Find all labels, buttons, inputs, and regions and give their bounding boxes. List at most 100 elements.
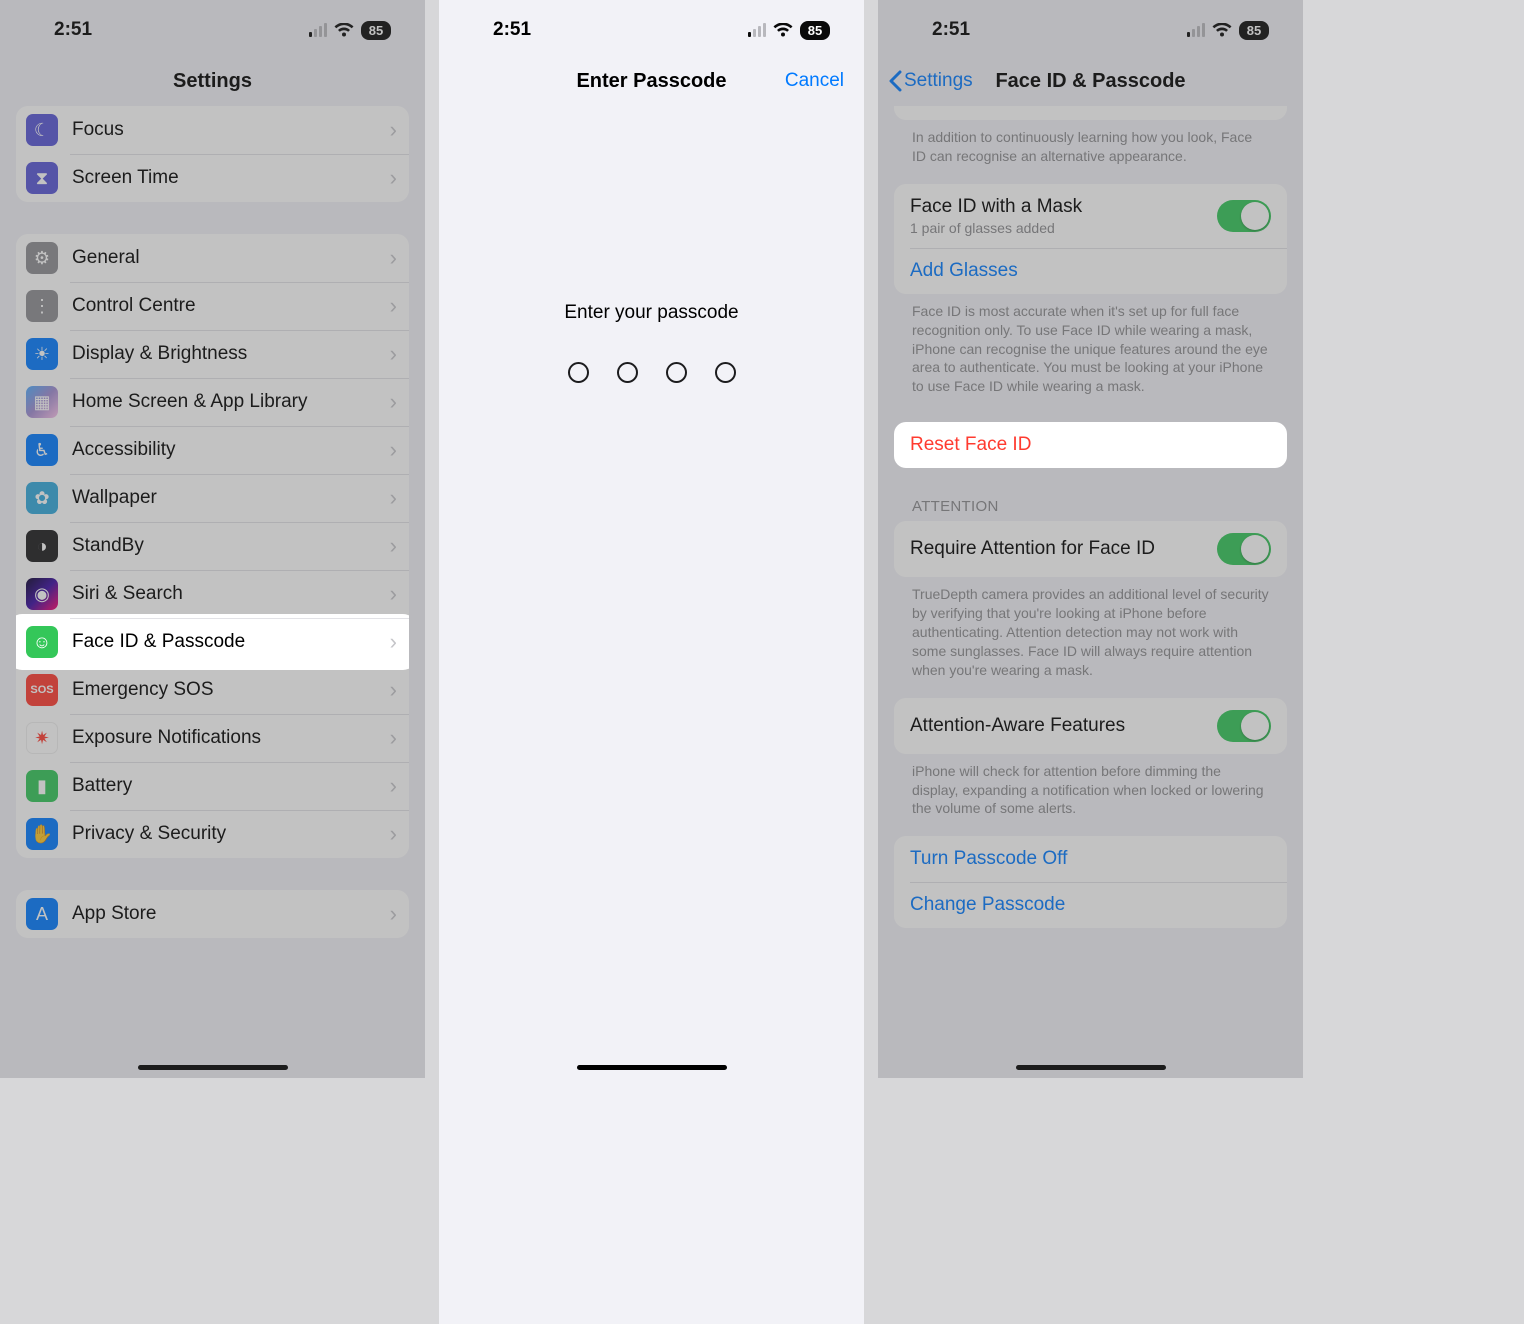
row-general[interactable]: ⚙ General ›	[16, 234, 409, 282]
battery-badge: 85	[1239, 21, 1269, 40]
require-attention-note: TrueDepth camera provides an additional …	[894, 577, 1287, 683]
row-turn-passcode-off[interactable]: Turn Passcode Off	[894, 836, 1287, 882]
cancel-button[interactable]: Cancel	[785, 70, 844, 92]
row-faceid-mask[interactable]: Face ID with a Mask 1 pair of glasses ad…	[894, 184, 1287, 248]
sun-icon: ☀	[26, 338, 58, 370]
row-reset-faceid[interactable]: Reset Face ID	[894, 422, 1287, 468]
moon-icon: ☾	[26, 114, 58, 146]
row-screen-time[interactable]: ⧗ Screen Time ›	[16, 154, 409, 202]
status-bar: 2:51 85	[0, 0, 425, 56]
toggle-attention-aware[interactable]	[1217, 710, 1271, 742]
home-indicator[interactable]	[138, 1065, 288, 1070]
row-siri[interactable]: ◉ Siri & Search ›	[16, 570, 409, 618]
row-label: App Store	[72, 903, 390, 925]
chevron-right-icon: ›	[390, 581, 397, 607]
back-label: Settings	[904, 70, 973, 92]
toggle-require-attention[interactable]	[1217, 533, 1271, 565]
cellular-icon	[1187, 23, 1205, 37]
status-right: 85	[309, 21, 391, 40]
row-wallpaper[interactable]: ✿ Wallpaper ›	[16, 474, 409, 522]
row-label: Privacy & Security	[72, 823, 390, 845]
row-require-attention[interactable]: Require Attention for Face ID	[894, 521, 1287, 577]
row-label: Emergency SOS	[72, 679, 390, 701]
row-label: Face ID & Passcode	[72, 631, 390, 653]
chevron-right-icon: ›	[390, 901, 397, 927]
card-reset-faceid: Reset Face ID	[894, 422, 1287, 468]
chevron-right-icon: ›	[390, 629, 397, 655]
toggle-faceid-mask[interactable]	[1217, 200, 1271, 232]
battery-badge: 85	[361, 21, 391, 40]
battery-icon: ▮	[26, 770, 58, 802]
settings-scroll[interactable]: ☾ Focus › ⧗ Screen Time › ⚙ General › ⋮ …	[0, 106, 425, 938]
row-home-screen[interactable]: ▦ Home Screen & App Library ›	[16, 378, 409, 426]
faceid-scroll[interactable]: In addition to continuously learning how…	[878, 106, 1303, 928]
row-label: Control Centre	[72, 295, 390, 317]
row-label: Add Glasses	[910, 260, 1018, 282]
home-indicator[interactable]	[1016, 1065, 1166, 1070]
cellular-icon	[748, 23, 766, 37]
screenshot-faceid-settings: 2:51 85 Settings Face ID & Passcode In a…	[878, 0, 1303, 1078]
passcode-prompt: Enter your passcode	[439, 302, 864, 324]
chevron-right-icon: ›	[390, 245, 397, 271]
sliders-icon: ⋮	[26, 290, 58, 322]
status-bar: 2:51 85	[439, 0, 864, 56]
virus-icon: ✷	[26, 722, 58, 754]
chevron-right-icon: ›	[390, 165, 397, 191]
chevron-right-icon: ›	[390, 725, 397, 751]
passcode-dot	[568, 362, 589, 383]
passcode-dot	[715, 362, 736, 383]
navbar-passcode: Enter Passcode Cancel	[439, 56, 864, 106]
home-indicator[interactable]	[577, 1065, 727, 1070]
row-label: Change Passcode	[910, 894, 1065, 916]
page-title: Enter Passcode	[576, 70, 726, 93]
row-label: Attention-Aware Features	[910, 715, 1217, 737]
battery-badge: 85	[800, 21, 830, 40]
chevron-right-icon: ›	[390, 117, 397, 143]
row-subtitle: 1 pair of glasses added	[910, 220, 1217, 236]
row-control-centre[interactable]: ⋮ Control Centre ›	[16, 282, 409, 330]
sos-icon: SOS	[26, 674, 58, 706]
row-attention-aware[interactable]: Attention-Aware Features	[894, 698, 1287, 754]
row-label: General	[72, 247, 390, 269]
grid-icon: ▦	[26, 386, 58, 418]
row-standby[interactable]: ◑ StandBy ›	[16, 522, 409, 570]
status-time: 2:51	[493, 19, 531, 41]
chevron-right-icon: ›	[390, 821, 397, 847]
mask-note: Face ID is most accurate when it's set u…	[894, 294, 1287, 400]
status-bar: 2:51 85	[878, 0, 1303, 56]
screenshot-enter-passcode: 2:51 85 Enter Passcode Cancel Enter your…	[439, 0, 864, 1078]
row-label: Home Screen & App Library	[72, 391, 390, 413]
appstore-icon: A	[26, 898, 58, 930]
row-focus[interactable]: ☾ Focus ›	[16, 106, 409, 154]
back-button[interactable]: Settings	[888, 70, 973, 92]
passcode-dot	[666, 362, 687, 383]
row-label: Battery	[72, 775, 390, 797]
row-add-glasses[interactable]: Add Glasses	[894, 248, 1287, 294]
alt-appearance-note: In addition to continuously learning how…	[894, 120, 1287, 170]
settings-group-2: ⚙ General › ⋮ Control Centre › ☀ Display…	[16, 234, 409, 858]
page-title: Settings	[173, 70, 252, 93]
wifi-icon	[773, 23, 793, 38]
row-label: Reset Face ID	[910, 434, 1031, 456]
row-face-id-passcode[interactable]: ☺ Face ID & Passcode ›	[16, 618, 409, 666]
status-right: 85	[1187, 21, 1269, 40]
row-accessibility[interactable]: ♿︎ Accessibility ›	[16, 426, 409, 474]
row-label: Exposure Notifications	[72, 727, 390, 749]
row-display[interactable]: ☀ Display & Brightness ›	[16, 330, 409, 378]
row-privacy[interactable]: ✋ Privacy & Security ›	[16, 810, 409, 858]
chevron-right-icon: ›	[390, 677, 397, 703]
section-header-attention: ATTENTION	[894, 468, 1287, 521]
wifi-icon	[334, 23, 354, 38]
row-change-passcode[interactable]: Change Passcode	[894, 882, 1287, 928]
row-alt-appearance-cutoff[interactable]	[894, 106, 1287, 120]
row-exposure[interactable]: ✷ Exposure Notifications ›	[16, 714, 409, 762]
row-label: Siri & Search	[72, 583, 390, 605]
row-label: Face ID with a Mask	[910, 196, 1217, 218]
cellular-icon	[309, 23, 327, 37]
chevron-right-icon: ›	[390, 773, 397, 799]
row-battery[interactable]: ▮ Battery ›	[16, 762, 409, 810]
row-label: Turn Passcode Off	[910, 848, 1067, 870]
row-app-store[interactable]: A App Store ›	[16, 890, 409, 938]
row-emergency-sos[interactable]: SOS Emergency SOS ›	[16, 666, 409, 714]
hourglass-icon: ⧗	[26, 162, 58, 194]
